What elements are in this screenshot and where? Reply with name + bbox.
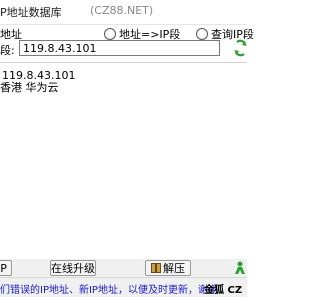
- window-title: P地址数据库: [0, 6, 62, 19]
- button-row: IP 在线升级 解压: [0, 259, 247, 277]
- result-location: 香港 华为云: [0, 81, 59, 94]
- status-bar: 们错误的IP地址、新IP地址，以便及时更新，谢谢！ 金狐 CZ: [0, 277, 247, 297]
- unzip-button-label: 解压: [163, 262, 185, 275]
- unzip-button[interactable]: 解压: [145, 260, 191, 276]
- result-panel[interactable]: 119.8.43.101 香港 华为云: [0, 62, 247, 261]
- status-notice[interactable]: 们错误的IP地址、新IP地址，以便及时更新，谢谢！: [0, 281, 228, 296]
- brand-label: 金狐 CZ: [204, 285, 243, 296]
- archive-icon: [151, 263, 161, 273]
- radio-button[interactable]: [196, 28, 208, 40]
- ip-button-label: IP: [0, 262, 7, 275]
- ip-input[interactable]: [19, 40, 220, 56]
- window-subtitle: (CZ88.NET): [90, 4, 154, 17]
- title-bar: P地址数据库 (CZ88.NET): [0, 0, 247, 25]
- online-upgrade-button[interactable]: 在线升级: [50, 260, 96, 276]
- ip-button[interactable]: IP: [0, 260, 12, 276]
- person-icon[interactable]: [234, 261, 247, 275]
- online-upgrade-button-label: 在线升级: [51, 262, 95, 275]
- refresh-icon[interactable]: [234, 39, 247, 57]
- ip-field-label: 段:: [0, 44, 15, 57]
- radio-button[interactable]: [104, 28, 116, 40]
